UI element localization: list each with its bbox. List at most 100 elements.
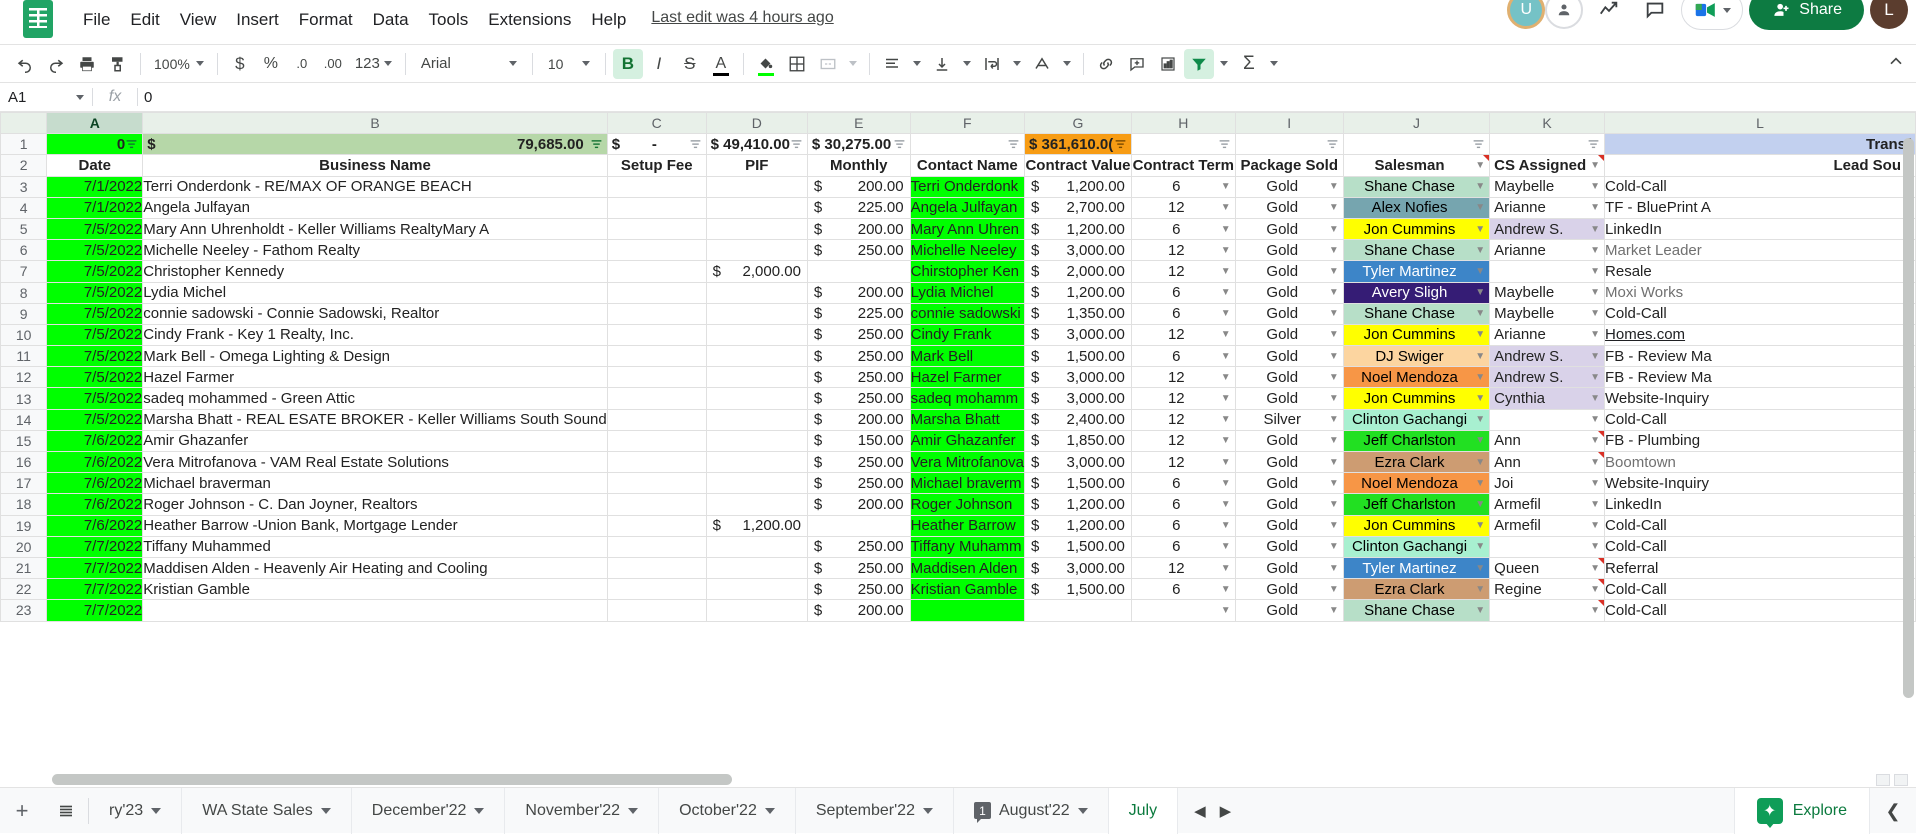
cell-business-name[interactable]: Angela Julfayan bbox=[142, 196, 608, 219]
cell-setup-fee[interactable] bbox=[606, 514, 707, 537]
cell-salesman[interactable]: Jeff Charlston ▼ bbox=[1342, 429, 1491, 453]
cell-contract-value[interactable]: $1,200.00 bbox=[1024, 493, 1132, 516]
increase-decimal-button[interactable]: .00 bbox=[318, 49, 348, 79]
cell-date[interactable]: 7/6/2022 bbox=[46, 514, 144, 537]
share-button[interactable]: Share bbox=[1749, 0, 1864, 30]
cell-lead-source[interactable]: Website-Inquiry bbox=[1604, 472, 1916, 495]
cell-dropdown-icon[interactable]: ▼ bbox=[1586, 414, 1600, 425]
cell-lead-source[interactable]: Cold-Call bbox=[1604, 535, 1916, 558]
cell-package-sold[interactable]: Gold ▼ bbox=[1234, 175, 1344, 198]
cell-setup-fee[interactable] bbox=[606, 196, 707, 219]
cell-dropdown-icon[interactable]: ▼ bbox=[1471, 160, 1485, 171]
cell-monthly[interactable]: $250.00 bbox=[806, 578, 911, 601]
cell-dropdown-icon[interactable]: ▼ bbox=[1471, 202, 1485, 213]
cell-package-sold[interactable]: Silver ▼ bbox=[1234, 408, 1344, 431]
cell-salesman[interactable]: Clinton Gachangi ▼ bbox=[1342, 535, 1491, 558]
table-row[interactable]: 11 7/5/2022 Mark Bell - Omega Lighting & D… bbox=[0, 345, 1916, 368]
cell-monthly[interactable]: $250.00 bbox=[806, 472, 911, 495]
prev-sheet-icon[interactable]: ◀ bbox=[1194, 802, 1206, 820]
cell-business-name[interactable]: Lydia Michel bbox=[142, 281, 608, 304]
column-header-d[interactable]: D bbox=[705, 112, 808, 135]
chevron-down-icon[interactable] bbox=[922, 807, 933, 814]
row-header[interactable]: 11 bbox=[0, 345, 48, 368]
cell-date[interactable]: 7/7/2022 bbox=[46, 599, 144, 622]
cell-pif[interactable] bbox=[705, 239, 808, 262]
cell-date[interactable]: 7/6/2022 bbox=[46, 450, 144, 474]
cell-monthly[interactable]: $250.00 bbox=[806, 387, 911, 410]
table-row[interactable]: 12 7/5/2022 Hazel Farmer $250.00 Hazel Farme… bbox=[0, 366, 1916, 389]
sheets-logo-icon[interactable] bbox=[16, 0, 60, 41]
cell-contract-term[interactable]: 6 ▼ bbox=[1130, 472, 1236, 495]
row-header[interactable]: 13 bbox=[0, 387, 48, 410]
cell-salesman[interactable]: Jon Cummins ▼ bbox=[1342, 323, 1491, 347]
cell-dropdown-icon[interactable]: ▼ bbox=[1471, 287, 1485, 298]
filter-dropdown-icon[interactable] bbox=[1587, 138, 1600, 151]
cell-salesman[interactable]: Clinton Gachangi ▼ bbox=[1342, 408, 1491, 431]
cell-package-sold[interactable]: Gold ▼ bbox=[1234, 345, 1344, 368]
sheet-tab-ry-23[interactable]: ry'23 bbox=[89, 787, 183, 834]
chevron-down-icon[interactable] bbox=[628, 807, 639, 814]
table-row[interactable]: 15 7/6/2022 Amir Ghazanfer $150.00 Amir Ghaz… bbox=[0, 429, 1916, 453]
cell-dropdown-icon[interactable]: ▼ bbox=[1471, 308, 1485, 319]
row-header[interactable]: 20 bbox=[0, 535, 48, 558]
cell-lead-source[interactable]: Cold-Call bbox=[1604, 514, 1916, 537]
vertical-align-button[interactable] bbox=[927, 49, 957, 79]
cell-j1[interactable] bbox=[1342, 133, 1491, 156]
cell-monthly[interactable]: $200.00 bbox=[806, 281, 911, 304]
cell-setup-fee[interactable] bbox=[606, 429, 707, 453]
cell-d1[interactable]: $ 49,410.00 bbox=[705, 133, 808, 156]
header-business-name[interactable]: Business Name bbox=[142, 154, 608, 177]
cell-contract-term[interactable]: 6 ▼ bbox=[1130, 578, 1236, 601]
text-rotation-dropdown[interactable] bbox=[1058, 49, 1076, 79]
cell-setup-fee[interactable] bbox=[606, 578, 707, 601]
cell-monthly[interactable]: $200.00 bbox=[806, 217, 911, 241]
cell-dropdown-icon[interactable]: ▼ bbox=[1471, 372, 1485, 383]
row-header[interactable]: 21 bbox=[0, 556, 48, 580]
menu-data[interactable]: Data bbox=[364, 5, 418, 35]
table-row[interactable]: 10 7/5/2022 Cindy Frank - Key 1 Realty, In… bbox=[0, 323, 1916, 347]
header-package-sold[interactable]: Package Sold bbox=[1234, 154, 1344, 177]
cell-dropdown-icon[interactable]: ▼ bbox=[1471, 499, 1485, 510]
cell-dropdown-icon[interactable]: ▼ bbox=[1325, 499, 1339, 510]
cell-cs-assigned[interactable]: Maybelle ▼ bbox=[1489, 175, 1606, 198]
row-header[interactable]: 16 bbox=[0, 450, 48, 474]
cell-contact-name[interactable]: Cindy Frank bbox=[909, 323, 1026, 347]
cell-pif[interactable] bbox=[705, 345, 808, 368]
cell-dropdown-icon[interactable]: ▼ bbox=[1586, 605, 1600, 616]
cell-package-sold[interactable]: Gold ▼ bbox=[1234, 556, 1344, 580]
column-header-h[interactable]: H bbox=[1130, 112, 1236, 135]
cell-dropdown-icon[interactable]: ▼ bbox=[1325, 393, 1339, 404]
cell-dropdown-icon[interactable]: ▼ bbox=[1325, 202, 1339, 213]
merge-dropdown[interactable] bbox=[844, 49, 862, 79]
cell-contract-value[interactable]: $1,500.00 bbox=[1024, 345, 1132, 368]
row-header[interactable]: 15 bbox=[0, 429, 48, 453]
filter-dropdown-icon[interactable] bbox=[1114, 138, 1127, 151]
cell-setup-fee[interactable] bbox=[606, 323, 707, 347]
row-header[interactable]: 18 bbox=[0, 493, 48, 516]
filter-dropdown-icon[interactable] bbox=[1472, 138, 1485, 151]
table-row[interactable]: 9 7/5/2022 connie sadowski - Connie Sadows… bbox=[0, 302, 1916, 325]
cell-contact-name[interactable]: Marsha Bhatt bbox=[909, 408, 1026, 431]
cell-date[interactable]: 7/6/2022 bbox=[46, 429, 144, 453]
cell-contact-name[interactable]: Mark Bell bbox=[909, 345, 1026, 368]
cell-dropdown-icon[interactable]: ▼ bbox=[1471, 478, 1485, 489]
activity-chart-icon[interactable] bbox=[1589, 0, 1629, 30]
merge-cells-button[interactable] bbox=[813, 49, 843, 79]
cell-date[interactable]: 7/5/2022 bbox=[46, 260, 144, 283]
cell-package-sold[interactable]: Gold ▼ bbox=[1234, 472, 1344, 495]
row-header[interactable]: 1 bbox=[0, 133, 48, 156]
cell-dropdown-icon[interactable]: ▼ bbox=[1586, 160, 1600, 171]
cell-pif[interactable] bbox=[705, 429, 808, 453]
cell-date[interactable]: 7/5/2022 bbox=[46, 302, 144, 325]
cell-salesman[interactable]: Shane Chase ▼ bbox=[1342, 239, 1491, 262]
cell-date[interactable]: 7/7/2022 bbox=[46, 578, 144, 601]
cell-cs-assigned[interactable]: Armefil ▼ bbox=[1489, 493, 1606, 516]
cell-contract-value[interactable]: $1,200.00 bbox=[1024, 281, 1132, 304]
row-header[interactable]: 2 bbox=[0, 154, 48, 177]
column-header-i[interactable]: I bbox=[1234, 112, 1344, 135]
cell-dropdown-icon[interactable]: ▼ bbox=[1586, 584, 1600, 595]
row-header[interactable]: 7 bbox=[0, 260, 48, 283]
strikethrough-button[interactable]: S bbox=[675, 49, 705, 79]
collapse-toolbar-icon[interactable] bbox=[1886, 52, 1906, 77]
cell-dropdown-icon[interactable]: ▼ bbox=[1325, 372, 1339, 383]
